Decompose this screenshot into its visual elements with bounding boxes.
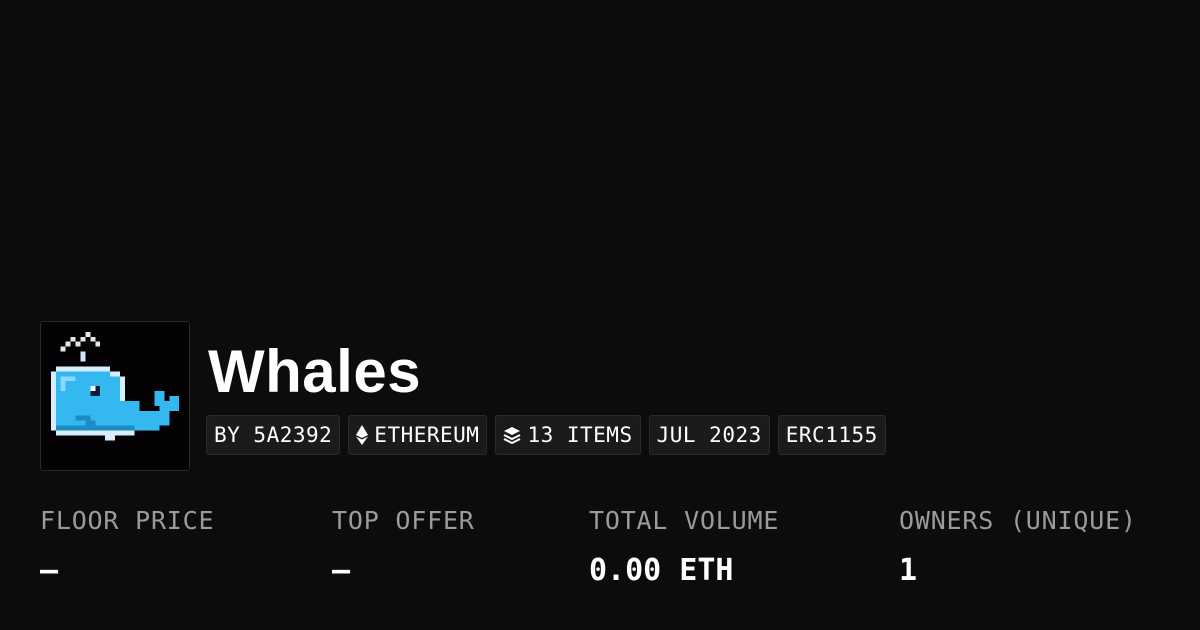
items-label: 13 ITEMS (527, 423, 633, 447)
stat-label: TOTAL VOLUME (589, 506, 780, 535)
items-tag[interactable]: 13 ITEMS (495, 415, 641, 455)
collection-title: Whales (208, 338, 422, 405)
layers-icon (503, 426, 521, 444)
creator-label: BY 5A2392 (214, 423, 333, 447)
stat-owners: OWNERS (UNIQUE) 1 (899, 506, 1137, 588)
stat-value: – (40, 553, 59, 588)
stat-label: TOP OFFER (332, 506, 475, 535)
stat-total-volume: TOTAL VOLUME 0.00 ETH (589, 506, 779, 588)
stat-floor-price: FLOOR PRICE – (40, 506, 214, 588)
stat-value: – (332, 553, 351, 588)
date-tag: JUL 2023 (648, 415, 770, 455)
chain-label: ETHEREUM (374, 423, 480, 447)
stat-value: 0.00 ETH (589, 553, 734, 588)
chain-tag[interactable]: ETHEREUM (348, 415, 488, 455)
pixel-whale-icon (41, 322, 189, 470)
stat-label: OWNERS (UNIQUE) (899, 506, 1137, 535)
stat-value: 1 (899, 553, 918, 588)
date-label: JUL 2023 (656, 423, 762, 447)
collection-avatar (40, 321, 190, 471)
collection-tags: BY 5A2392 ETHEREUM 13 ITEMS JUL 2023 ERC… (206, 415, 886, 455)
stat-label: FLOOR PRICE (40, 506, 215, 535)
standard-tag: ERC1155 (777, 415, 886, 455)
stat-top-offer: TOP OFFER – (332, 506, 475, 588)
standard-label: ERC1155 (785, 423, 878, 447)
creator-tag[interactable]: BY 5A2392 (206, 415, 341, 455)
ethereum-icon (356, 425, 369, 445)
